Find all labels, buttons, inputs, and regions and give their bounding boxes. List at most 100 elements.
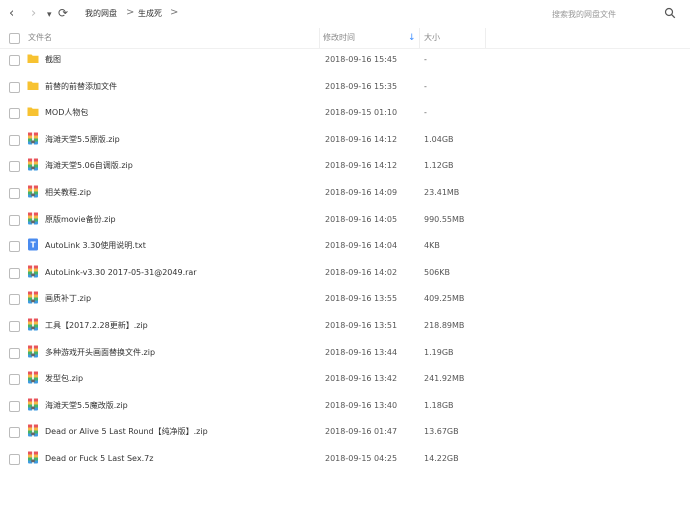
file-size: 4KB	[424, 241, 440, 251]
file-name[interactable]: 海滩天堂5.5魔改版.zip	[45, 400, 128, 412]
file-size: 1.18GB	[424, 400, 454, 410]
file-row[interactable]: 多种游戏开头画面替换文件.zip 2018-09-16 13:44 1.19GB	[0, 340, 690, 367]
file-modified-date: 2018-09-16 14:02	[325, 267, 398, 277]
folder-icon	[27, 81, 39, 90]
row-checkbox[interactable]	[9, 400, 20, 412]
file-row[interactable]: 前替的前替添加文件 2018-09-16 15:35 -	[0, 74, 690, 101]
file-size: 23.41MB	[424, 188, 460, 197]
row-checkbox[interactable]	[9, 108, 20, 120]
file-name[interactable]: 截图	[45, 54, 61, 66]
column-header-date[interactable]: 修改时间	[323, 32, 355, 44]
column-divider[interactable]	[485, 28, 486, 48]
archive-icon	[28, 451, 38, 464]
file-modified-date: 2018-09-16 13:55	[325, 294, 398, 304]
file-modified-date: 2018-09-16 14:05	[325, 214, 398, 224]
file-row[interactable]: 相关教程.zip 2018-09-16 14:09 23.41MB	[0, 180, 690, 207]
file-modified-date: 2018-09-16 13:44	[325, 347, 398, 357]
file-row[interactable]: 海滩天堂5.5魔改版.zip 2018-09-16 13:40 1.18GB	[0, 393, 690, 420]
column-divider[interactable]	[319, 28, 320, 48]
file-modified-date: 2018-09-16 14:12	[325, 161, 398, 171]
file-modified-date: 2018-09-16 13:42	[325, 374, 398, 384]
row-checkbox[interactable]	[9, 374, 20, 386]
file-row[interactable]: MOD人物包 2018-09-15 01:10 -	[0, 100, 690, 127]
row-checkbox[interactable]	[9, 347, 20, 359]
file-size: 13.67GB	[424, 427, 459, 437]
file-row[interactable]: 海滩天堂5.5原版.zip 2018-09-16 14:12 1.04GB	[0, 127, 690, 154]
file-size: 990.55MB	[424, 214, 465, 224]
file-name[interactable]: 海滩天堂5.5原版.zip	[45, 134, 120, 146]
file-name[interactable]: 发型包.zip	[45, 373, 83, 385]
file-row[interactable]: 工具【2017.2.28更新】.zip 2018-09-16 13:51 218.8…	[0, 313, 690, 340]
search-box[interactable]: 搜索我的网盘文件	[533, 4, 683, 24]
row-checkbox[interactable]	[9, 134, 20, 146]
file-list-header: 文件名 修改时间 ↓ 大小	[0, 28, 690, 49]
row-checkbox[interactable]	[9, 214, 20, 226]
file-modified-date: 2018-09-16 15:45	[325, 55, 398, 64]
file-name[interactable]: Dead or Fuck 5 Last Sex.7z	[45, 453, 153, 465]
breadcrumb-my-drive[interactable]: 我的网盘	[85, 8, 117, 20]
file-name[interactable]: 前替的前替添加文件	[45, 81, 117, 93]
file-size: 218.89MB	[424, 321, 465, 330]
file-name[interactable]: Dead or Alive 5 Last Round【纯净版】.zip	[45, 426, 208, 438]
file-row[interactable]: 海滩天堂5.06自调版.zip 2018-09-16 14:12 1.12GB	[0, 153, 690, 180]
file-name[interactable]: AutoLink 3.30使用说明.txt	[45, 240, 146, 252]
file-modified-date: 2018-09-15 04:25	[325, 454, 398, 463]
file-size: 409.25MB	[424, 294, 465, 304]
refresh-button[interactable]: ⟳	[58, 5, 68, 21]
file-row[interactable]: T AutoLink 3.30使用说明.txt 2018-09-16 14:04 4K…	[0, 233, 690, 260]
archive-icon	[28, 212, 38, 225]
column-divider[interactable]	[419, 28, 420, 48]
file-modified-date: 2018-09-16 01:47	[325, 427, 398, 437]
row-checkbox[interactable]	[9, 294, 20, 306]
file-row[interactable]: 截图 2018-09-16 15:45 -	[0, 47, 690, 74]
file-row[interactable]: AutoLink-v3.30 2017-05-31@2049.rar 2018-0…	[0, 260, 690, 287]
archive-icon	[28, 318, 38, 331]
history-dropdown-icon[interactable]: ▾	[47, 7, 52, 23]
file-size: -	[424, 55, 427, 64]
file-size: -	[424, 81, 427, 91]
file-modified-date: 2018-09-16 14:04	[325, 241, 398, 251]
file-name[interactable]: 工具【2017.2.28更新】.zip	[45, 320, 148, 332]
file-name[interactable]: 原版movie备份.zip	[45, 214, 116, 226]
search-icon[interactable]	[664, 7, 676, 19]
row-checkbox[interactable]	[9, 55, 20, 66]
forward-button[interactable]: ›	[31, 6, 36, 22]
file-row[interactable]: 发型包.zip 2018-09-16 13:42 241.92MB	[0, 366, 690, 393]
file-modified-date: 2018-09-16 13:40	[325, 400, 398, 410]
file-size: 241.92MB	[424, 374, 465, 384]
file-name[interactable]: MOD人物包	[45, 107, 88, 119]
row-checkbox[interactable]	[9, 427, 20, 439]
file-name[interactable]: 海滩天堂5.06自调版.zip	[45, 160, 133, 172]
row-checkbox[interactable]	[9, 454, 20, 465]
file-row[interactable]: Dead or Fuck 5 Last Sex.7z 2018-09-15 04:…	[0, 446, 690, 473]
breadcrumb-current-folder[interactable]: 生成死	[138, 8, 162, 20]
row-checkbox[interactable]	[9, 267, 20, 279]
select-all-checkbox[interactable]	[9, 33, 20, 44]
file-name[interactable]: AutoLink-v3.30 2017-05-31@2049.rar	[45, 267, 197, 279]
row-checkbox[interactable]	[9, 81, 20, 93]
column-header-size[interactable]: 大小	[424, 32, 440, 44]
file-row[interactable]: 原版movie备份.zip 2018-09-16 14:05 990.55MB	[0, 207, 690, 234]
folder-icon	[27, 107, 39, 117]
column-header-name[interactable]: 文件名	[28, 32, 52, 44]
file-name[interactable]: 多种游戏开头画面替换文件.zip	[45, 347, 155, 359]
row-checkbox[interactable]	[9, 161, 20, 173]
row-checkbox[interactable]	[9, 188, 20, 199]
file-name[interactable]: 画质补丁.zip	[45, 293, 91, 305]
file-size: 1.04GB	[424, 134, 454, 144]
search-input[interactable]: 搜索我的网盘文件	[552, 9, 616, 20]
file-modified-date: 2018-09-16 13:51	[325, 321, 398, 330]
file-row[interactable]: Dead or Alive 5 Last Round【纯净版】.zip 2018-…	[0, 419, 690, 446]
file-row[interactable]: 画质补丁.zip 2018-09-16 13:55 409.25MB	[0, 286, 690, 313]
archive-icon	[28, 371, 38, 384]
row-checkbox[interactable]	[9, 241, 20, 253]
archive-icon	[28, 265, 38, 278]
file-name[interactable]: 相关教程.zip	[45, 187, 91, 199]
file-modified-date: 2018-09-16 14:09	[325, 188, 398, 197]
archive-icon	[28, 185, 38, 198]
sort-descending-icon[interactable]: ↓	[408, 32, 416, 44]
archive-icon	[28, 132, 38, 145]
back-button[interactable]: ‹	[9, 6, 14, 22]
row-checkbox[interactable]	[9, 321, 20, 332]
file-size: 14.22GB	[424, 454, 459, 463]
